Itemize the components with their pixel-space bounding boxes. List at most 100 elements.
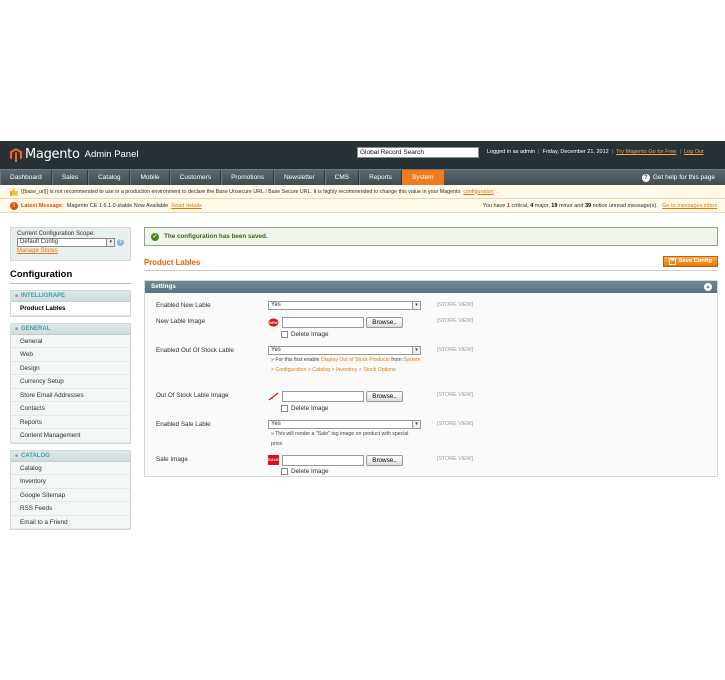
sidebar-item-google-sitemap[interactable]: Google Sitemap: [11, 488, 130, 502]
magento-logo-icon: [10, 147, 22, 162]
checkbox[interactable]: [281, 405, 288, 412]
group-header[interactable]: ■ GENERAL: [11, 323, 130, 335]
checkbox[interactable]: [281, 468, 288, 475]
nav-reports[interactable]: Reports: [359, 170, 402, 185]
notice-count: 39: [584, 203, 592, 209]
checkbox-label: Delete Image: [291, 331, 329, 338]
scope-select[interactable]: Default Config ▾: [17, 238, 116, 247]
sidebar-item-email-friend[interactable]: Email to a Friend: [11, 515, 130, 529]
configuration-link[interactable]: configuration: [463, 189, 493, 195]
sale-note: » This will render a "Sale" tag image on…: [271, 431, 409, 447]
help-link[interactable]: ? Get help for this page: [641, 170, 715, 185]
sidebar-item-general[interactable]: General: [11, 334, 130, 348]
scope-label: Current Configuration Scope:: [17, 231, 95, 237]
nav-promotions[interactable]: Promotions: [221, 170, 274, 185]
sidebar: Current Configuration Scope: Default Con…: [10, 227, 131, 530]
checkbox-label: Delete Image: [291, 405, 329, 412]
minor-count: 19: [551, 203, 558, 209]
you-have-text: You have: [482, 203, 506, 209]
browse-button[interactable]: Browse..: [366, 391, 403, 402]
oos-image-file-input[interactable]: [282, 391, 364, 402]
settings-fieldset: Settings ▲ Enabled New Lable Yes ▾ [STORE …: [144, 280, 718, 477]
sidebar-item-product-lables[interactable]: Product Lables: [11, 302, 130, 316]
store-view-scope: [STORE VIEW]: [437, 302, 474, 308]
nav-customers[interactable]: Customers: [169, 170, 222, 185]
svg-text:NEW: NEW: [269, 321, 278, 325]
sidebar-item-inventory[interactable]: Inventory: [11, 475, 130, 489]
sidebar-item-content-management[interactable]: Content Management: [11, 429, 130, 443]
group-header[interactable]: ■ INTELLIGRAPE: [11, 291, 130, 302]
settings-title: Settings: [151, 283, 176, 290]
browse-button[interactable]: Browse..: [366, 317, 403, 328]
collapse-icon: ■: [15, 452, 19, 459]
group-catalog: ■ CATALOG Catalog Inventory Google Sitema…: [10, 449, 131, 530]
sale-image-icon: SALE: [268, 455, 279, 465]
new-image-file-input[interactable]: [282, 317, 364, 328]
page-title: Product Lables: [144, 258, 201, 267]
note-text: For this first enable: [275, 357, 320, 363]
logout-link[interactable]: Log Out: [684, 149, 704, 155]
read-details-link[interactable]: Read details: [171, 203, 202, 209]
sidebar-item-store-email[interactable]: Store Email Addresses: [11, 388, 130, 402]
checkbox-label: Delete Image: [291, 468, 329, 475]
sidebar-item-rss-feeds[interactable]: RSS Feeds: [11, 502, 130, 516]
nav-newsletter[interactable]: Newsletter: [273, 170, 325, 185]
group-general: ■ GENERAL General Web Design Currency Set…: [10, 322, 131, 444]
sidebar-item-web[interactable]: Web: [11, 348, 130, 362]
latest-message-bar: ! Latest Message: Magento CE 1.6.1.0-sta…: [0, 199, 725, 213]
delete-image-checkbox[interactable]: Delete Image: [281, 468, 328, 475]
nav-sales[interactable]: Sales: [51, 170, 89, 185]
nav-catalog[interactable]: Catalog: [88, 170, 131, 185]
sale-image-file-input[interactable]: [282, 455, 364, 466]
alert-icon: !: [10, 201, 18, 210]
try-magento-link[interactable]: Try Magento Go for Free: [616, 149, 676, 155]
enabled-new-select[interactable]: Yes ▾: [268, 301, 421, 310]
nav-mobile[interactable]: Mobile: [130, 170, 170, 185]
store-view-scope: [STORE VIEW]: [437, 392, 474, 398]
minor-text: minor and: [558, 203, 584, 209]
thumbs-up-icon: [10, 187, 18, 196]
save-config-button[interactable]: Save Config: [662, 256, 718, 267]
sidebar-item-contacts[interactable]: Contacts: [11, 402, 130, 416]
checkbox[interactable]: [281, 331, 288, 338]
notice-period: .: [496, 188, 499, 195]
logged-in-text: Logged in as admin: [487, 149, 536, 155]
note-text: This will render a "Sale" tag image on p…: [271, 431, 409, 447]
field-label: New Lable Image: [156, 318, 206, 325]
field-label: Sale Image: [156, 456, 188, 463]
settings-header[interactable]: Settings ▲: [145, 281, 717, 293]
sidebar-item-reports[interactable]: Reports: [11, 415, 130, 429]
header-links: Logged in as admin | Friday, December 21, …: [487, 149, 704, 155]
nav-dashboard[interactable]: Dashboard: [0, 170, 52, 185]
nav-system[interactable]: System: [401, 170, 444, 185]
help-text: Get help for this page: [652, 174, 715, 181]
enabled-oos-select[interactable]: Yes ▾: [268, 346, 421, 355]
manage-stores-link[interactable]: Manage Stores: [17, 248, 124, 254]
success-message: ✓ The configuration has been saved.: [144, 227, 718, 246]
message-counts: You have 1 critical, 4 major, 19 minor a…: [483, 199, 717, 213]
global-search-input[interactable]: Global Record Search: [357, 147, 479, 158]
sidebar-item-catalog[interactable]: Catalog: [11, 461, 130, 475]
new-label-image-icon: NEW: [268, 318, 279, 327]
inbox-link[interactable]: Go to messages inbox: [662, 203, 717, 209]
collapse-up-icon[interactable]: ▲: [704, 283, 712, 291]
group-header[interactable]: ■ CATALOG: [11, 450, 130, 462]
sidebar-item-design[interactable]: Design: [11, 361, 130, 375]
brand-name: Magento: [25, 147, 80, 162]
sidebar-item-currency-setup[interactable]: Currency Setup: [11, 375, 130, 389]
store-view-scope: [STORE VIEW]: [437, 421, 474, 427]
field-label: Out Of Stock Lable Image: [156, 392, 229, 399]
delete-image-checkbox[interactable]: Delete Image: [281, 331, 328, 338]
enabled-sale-select[interactable]: Yes ▾: [268, 420, 421, 429]
note-text: from: [391, 357, 402, 363]
help-icon[interactable]: ?: [117, 239, 124, 246]
nav-cms[interactable]: CMS: [324, 170, 360, 185]
delete-image-checkbox[interactable]: Delete Image: [281, 405, 328, 412]
out-of-stock-image-icon: [268, 392, 279, 401]
chevron-down-icon: ▾: [106, 239, 115, 246]
store-view-scope: [STORE VIEW]: [437, 456, 474, 462]
date-text: Friday, December 21, 2012: [542, 149, 609, 155]
major-count: 4: [530, 203, 534, 209]
chevron-down-icon: ▾: [412, 302, 420, 309]
browse-button[interactable]: Browse..: [366, 455, 403, 466]
